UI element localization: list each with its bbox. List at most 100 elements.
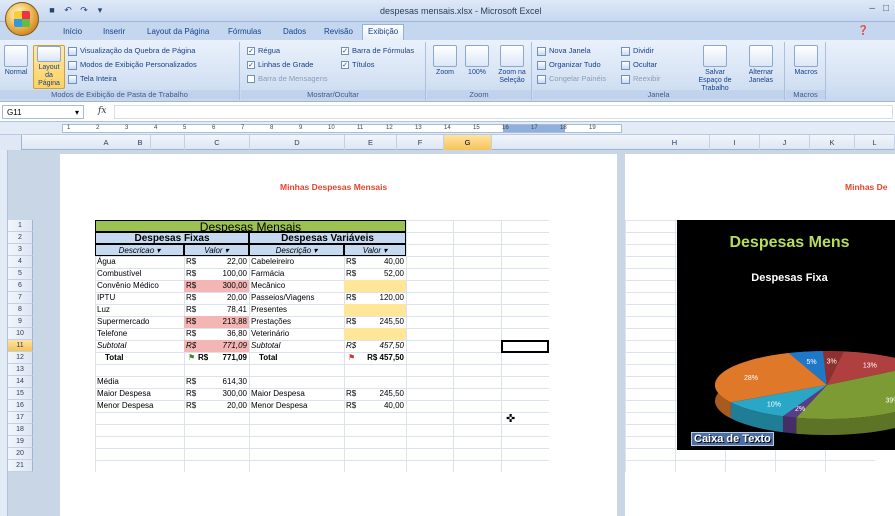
page-break-preview-button[interactable]: Visualização da Quebra de Página	[68, 46, 195, 56]
row-header-21[interactable]: 21	[8, 460, 33, 472]
table-cell[interactable]: R$	[184, 340, 206, 352]
table-cell[interactable]: 22,00	[206, 256, 249, 268]
table-cell[interactable]: Subtotal	[249, 340, 344, 352]
table-cell[interactable]: 78,41	[206, 304, 249, 316]
table-cell[interactable]: R$	[196, 352, 210, 364]
table-cell[interactable]: R$	[184, 304, 206, 316]
table-cell[interactable]: IPTU	[95, 292, 184, 304]
row-header-2[interactable]: 2	[8, 232, 33, 244]
column-header-e[interactable]: E	[345, 135, 397, 150]
header-descricao[interactable]: Descricao ▾	[95, 244, 184, 256]
tab-revisao[interactable]: Revisão	[319, 25, 358, 39]
table-cell[interactable]: Veterinário	[249, 328, 344, 340]
row-header-18[interactable]: 18	[8, 424, 33, 436]
row-header-15[interactable]: 15	[8, 388, 33, 400]
column-header-f[interactable]: F	[397, 135, 444, 150]
zoom-100-button[interactable]: 100%	[463, 45, 491, 77]
table-cell[interactable]: 771,09	[206, 340, 249, 352]
table-cell[interactable]: 40,00	[366, 400, 406, 412]
table-cell[interactable]: 213,88	[206, 316, 249, 328]
row-header-6[interactable]: 6	[8, 280, 33, 292]
table-cell[interactable]: Combustível	[95, 268, 184, 280]
page-layout-button[interactable]: Layout da Página	[33, 45, 65, 89]
selected-cell[interactable]	[501, 340, 549, 353]
header-variaveis[interactable]: Despesas Variáveis	[249, 232, 406, 244]
table-cell[interactable]: 300,00	[206, 280, 249, 292]
ruler-checkbox[interactable]: ✓ Régua	[247, 46, 280, 56]
formula-input[interactable]	[114, 105, 893, 119]
save-workspace-button[interactable]: Salvar Espaço de Trabalho	[693, 45, 737, 93]
row-header-17[interactable]: 17	[8, 412, 33, 424]
table-cell[interactable]	[249, 376, 344, 388]
table-cell[interactable]: R$	[344, 400, 366, 412]
table-cell[interactable]: 36,80	[206, 328, 249, 340]
table-cell[interactable]: R$	[344, 256, 366, 268]
hide-button[interactable]: Ocultar	[621, 60, 657, 70]
table-cell[interactable]: R$	[344, 388, 366, 400]
table-cell[interactable]: Cabeleireiro	[249, 256, 344, 268]
row-header-19[interactable]: 19	[8, 436, 33, 448]
column-header-i[interactable]: I	[710, 135, 760, 150]
redo-icon[interactable]: ↷	[78, 4, 90, 16]
table-cell[interactable]: R$	[184, 268, 206, 280]
table-cell[interactable]: 300,00	[206, 388, 249, 400]
table-cell[interactable]	[366, 280, 406, 292]
table-cell[interactable]	[344, 328, 366, 340]
text-box[interactable]: Caixa de Texto	[691, 432, 774, 446]
tab-inicio[interactable]: Início	[58, 25, 87, 39]
row-header-5[interactable]: 5	[8, 268, 33, 280]
row-header-3[interactable]: 3	[8, 244, 33, 256]
table-cell[interactable]: Subtotal	[95, 340, 184, 352]
table-cell[interactable]: R$	[344, 340, 366, 352]
row-header-20[interactable]: 20	[8, 448, 33, 460]
row-header-12[interactable]: 12	[8, 352, 33, 364]
unhide-button[interactable]: Reexibir	[621, 74, 661, 84]
table-cell[interactable]: R$	[344, 268, 366, 280]
header-valor[interactable]: Valor ▾	[184, 244, 249, 256]
help-icon[interactable]: ❓	[858, 25, 869, 36]
table-cell[interactable]: Maior Despesa	[249, 388, 344, 400]
tab-formulas[interactable]: Fórmulas	[223, 25, 266, 39]
headings-checkbox[interactable]: ✓ Títulos	[341, 60, 375, 70]
message-bar-checkbox[interactable]: Barra de Mensagens	[247, 74, 328, 84]
custom-views-button[interactable]: Modos de Exibição Personalizados	[68, 60, 197, 70]
tab-inserir[interactable]: Inserir	[98, 25, 130, 39]
row-header-4[interactable]: 4	[8, 256, 33, 268]
table-cell[interactable]: Passeios/Viagens	[249, 292, 344, 304]
row-header-13[interactable]: 13	[8, 364, 33, 376]
normal-button[interactable]: Normal	[2, 45, 30, 77]
table-cell[interactable]: R$	[184, 256, 206, 268]
table-cell[interactable]: R$	[184, 400, 206, 412]
table-cell[interactable]: Total	[257, 352, 344, 364]
office-button[interactable]	[5, 2, 39, 36]
table-cell[interactable]: R$	[344, 316, 366, 328]
column-header-d[interactable]: D	[250, 135, 345, 150]
new-window-button[interactable]: Nova Janela	[537, 46, 591, 56]
table-cell[interactable]: 20,00	[206, 400, 249, 412]
table-cell[interactable]: 20,00	[206, 292, 249, 304]
chevron-down-icon[interactable]: ▾	[75, 108, 79, 117]
table-cell[interactable]: Água	[95, 256, 184, 268]
column-header-h[interactable]: H	[640, 135, 710, 150]
table-cell[interactable]: 771,09	[210, 352, 249, 364]
table-cell[interactable]: Luz	[95, 304, 184, 316]
flag-icon[interactable]: ⚑	[346, 352, 356, 364]
table-cell[interactable]: R$	[184, 316, 206, 328]
table-cell[interactable]: Convênio Médico	[95, 280, 184, 292]
save-icon[interactable]: ■	[46, 4, 58, 16]
zoom-selection-button[interactable]: Zoom na Seleção	[495, 45, 529, 85]
row-header-8[interactable]: 8	[8, 304, 33, 316]
table-cell[interactable]	[344, 376, 366, 388]
row-header-10[interactable]: 10	[8, 328, 33, 340]
table-cell[interactable]: R$	[184, 388, 206, 400]
arrange-all-button[interactable]: Organizar Tudo	[537, 60, 601, 70]
gridlines-checkbox[interactable]: ✓ Linhas de Grade	[247, 60, 313, 70]
name-box[interactable]: G11 ▾	[2, 105, 84, 119]
maximize-button[interactable]: □	[883, 3, 889, 14]
minimize-button[interactable]: –	[869, 3, 875, 14]
header-valor-2[interactable]: Valor ▾	[344, 244, 406, 256]
table-cell[interactable]: R$	[184, 328, 206, 340]
table-cell[interactable]: 614,30	[206, 376, 249, 388]
table-cell[interactable]: Mecânico	[249, 280, 344, 292]
table-cell[interactable]: Presentes	[249, 304, 344, 316]
